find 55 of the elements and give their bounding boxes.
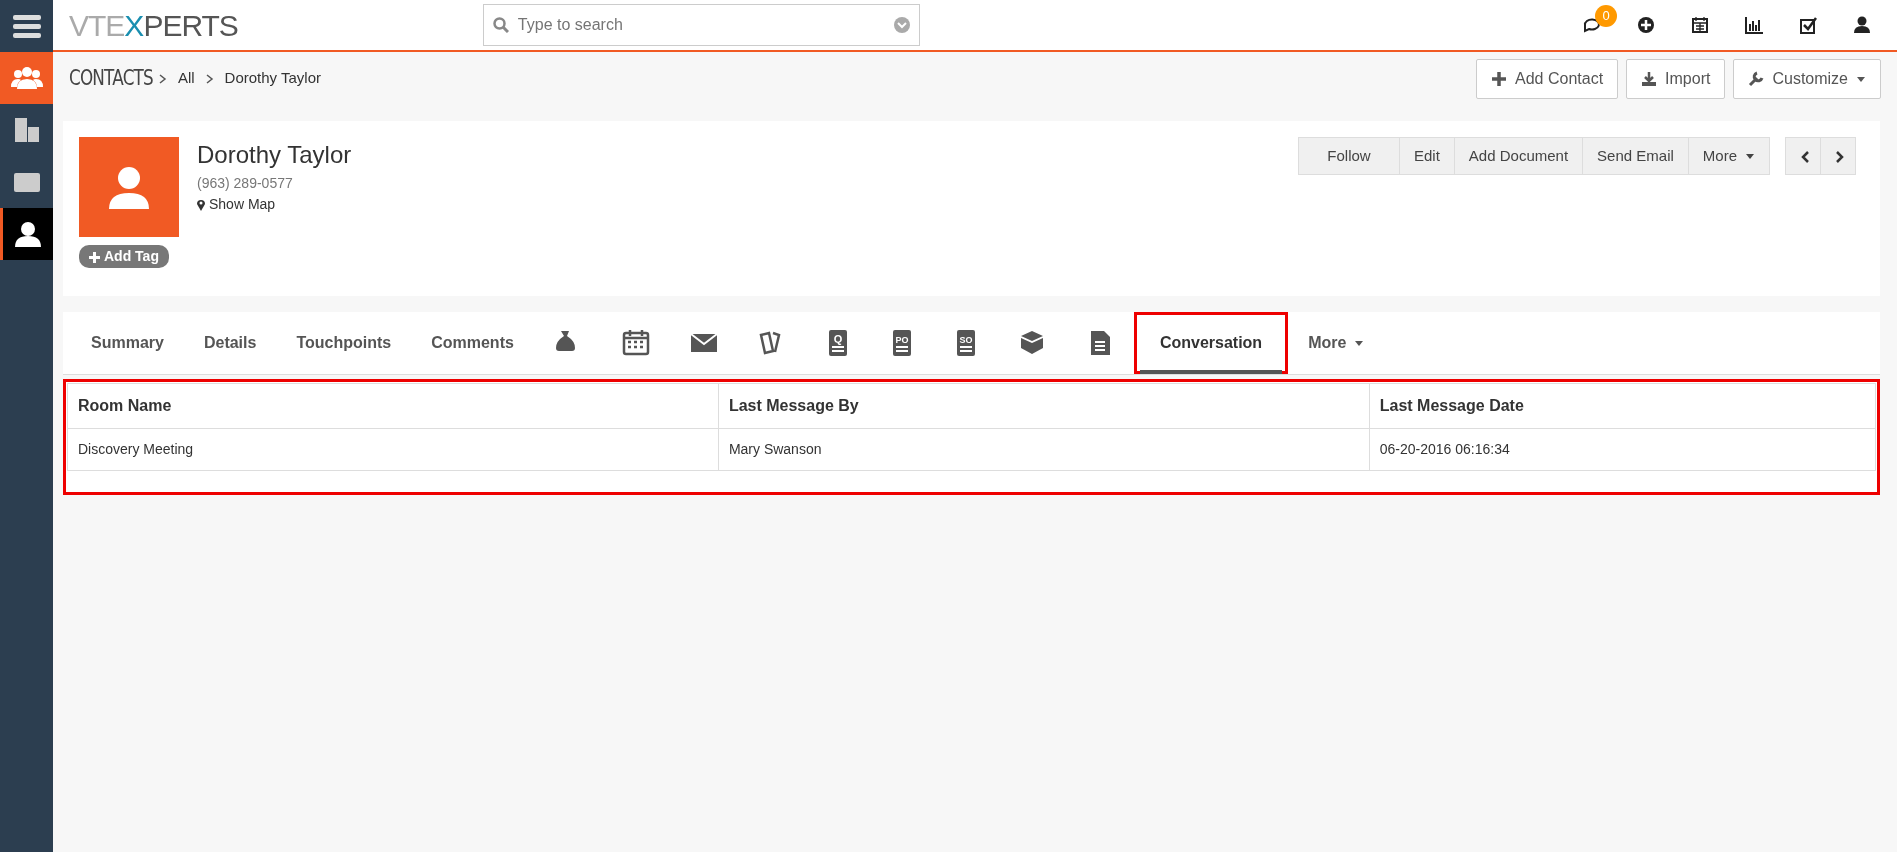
table-cell: Discovery Meeting [67, 428, 719, 471]
wrench-icon [1748, 70, 1765, 87]
plus-icon [89, 251, 100, 263]
contact-name: Dorothy Taylor [197, 140, 352, 170]
tab[interactable]: Q [805, 312, 870, 374]
calendar-icon [621, 329, 650, 357]
tab[interactable]: SO [933, 312, 998, 374]
module-title[interactable]: CONTACTS [69, 62, 153, 95]
breadcrumb-text: Dorothy Taylor [224, 68, 322, 89]
action-button[interactable]: Send Email [1582, 137, 1689, 175]
document-icon: Q [827, 329, 848, 357]
add-contact-button[interactable]: Add Contact [1476, 58, 1619, 99]
user-icon [12, 219, 44, 249]
document-icon: SO [955, 329, 976, 357]
tab[interactable]: Details [183, 312, 277, 374]
previous-button[interactable] [1785, 137, 1821, 175]
action-button[interactable]: Add Document [1453, 137, 1584, 175]
column-header: Last Message By [718, 383, 1370, 429]
chevron-left-icon [1800, 149, 1810, 164]
import-button[interactable]: Import [1626, 58, 1726, 99]
show-map-link[interactable]: Show Map [197, 194, 276, 215]
add-tag-button[interactable]: Add Tag [79, 245, 169, 268]
calendar-icon[interactable] [1691, 16, 1709, 34]
bar-chart-icon[interactable] [1745, 16, 1763, 34]
chevron-right-icon [1835, 149, 1845, 164]
document-icon: PO [891, 329, 912, 357]
user-icon[interactable] [1853, 16, 1871, 34]
tab[interactable]: Touchpoints [276, 312, 412, 374]
table-cell: 06-20-2016 06:16:34 [1369, 428, 1876, 471]
tab[interactable]: Summary [71, 312, 184, 374]
download-icon [1641, 70, 1658, 87]
plus-icon [1491, 70, 1507, 87]
breadcrumb-link[interactable]: All [177, 67, 195, 90]
action-button[interactable]: More [1687, 137, 1770, 175]
action-button[interactable]: Follow [1298, 137, 1400, 175]
menu-icon[interactable] [12, 14, 41, 38]
tab[interactable]: Conversation [1133, 312, 1289, 374]
customize-button[interactable]: Customize [1733, 58, 1881, 99]
sidebar-item[interactable] [0, 208, 53, 260]
next-button[interactable] [1820, 137, 1856, 175]
tab[interactable]: Comments [411, 312, 534, 374]
notification-badge: 0 [1595, 5, 1617, 27]
search-field[interactable]: Type to search [482, 4, 920, 46]
checkbox-icon[interactable] [1799, 16, 1817, 34]
table-cell: Mary Swanson [718, 428, 1370, 471]
add-icon[interactable] [1637, 16, 1655, 34]
tab[interactable]: More [1288, 312, 1385, 374]
chat-icon[interactable] [1583, 16, 1601, 34]
logo: VTEXPERTS [69, 7, 238, 44]
phone-number: (963) 289-0577 [197, 174, 294, 193]
column-header: Room Name [67, 383, 719, 429]
map-pin-icon [197, 198, 205, 211]
tab[interactable]: PO [869, 312, 934, 374]
column-header: Last Message Date [1369, 383, 1876, 429]
action-button[interactable]: Edit [1399, 137, 1455, 175]
